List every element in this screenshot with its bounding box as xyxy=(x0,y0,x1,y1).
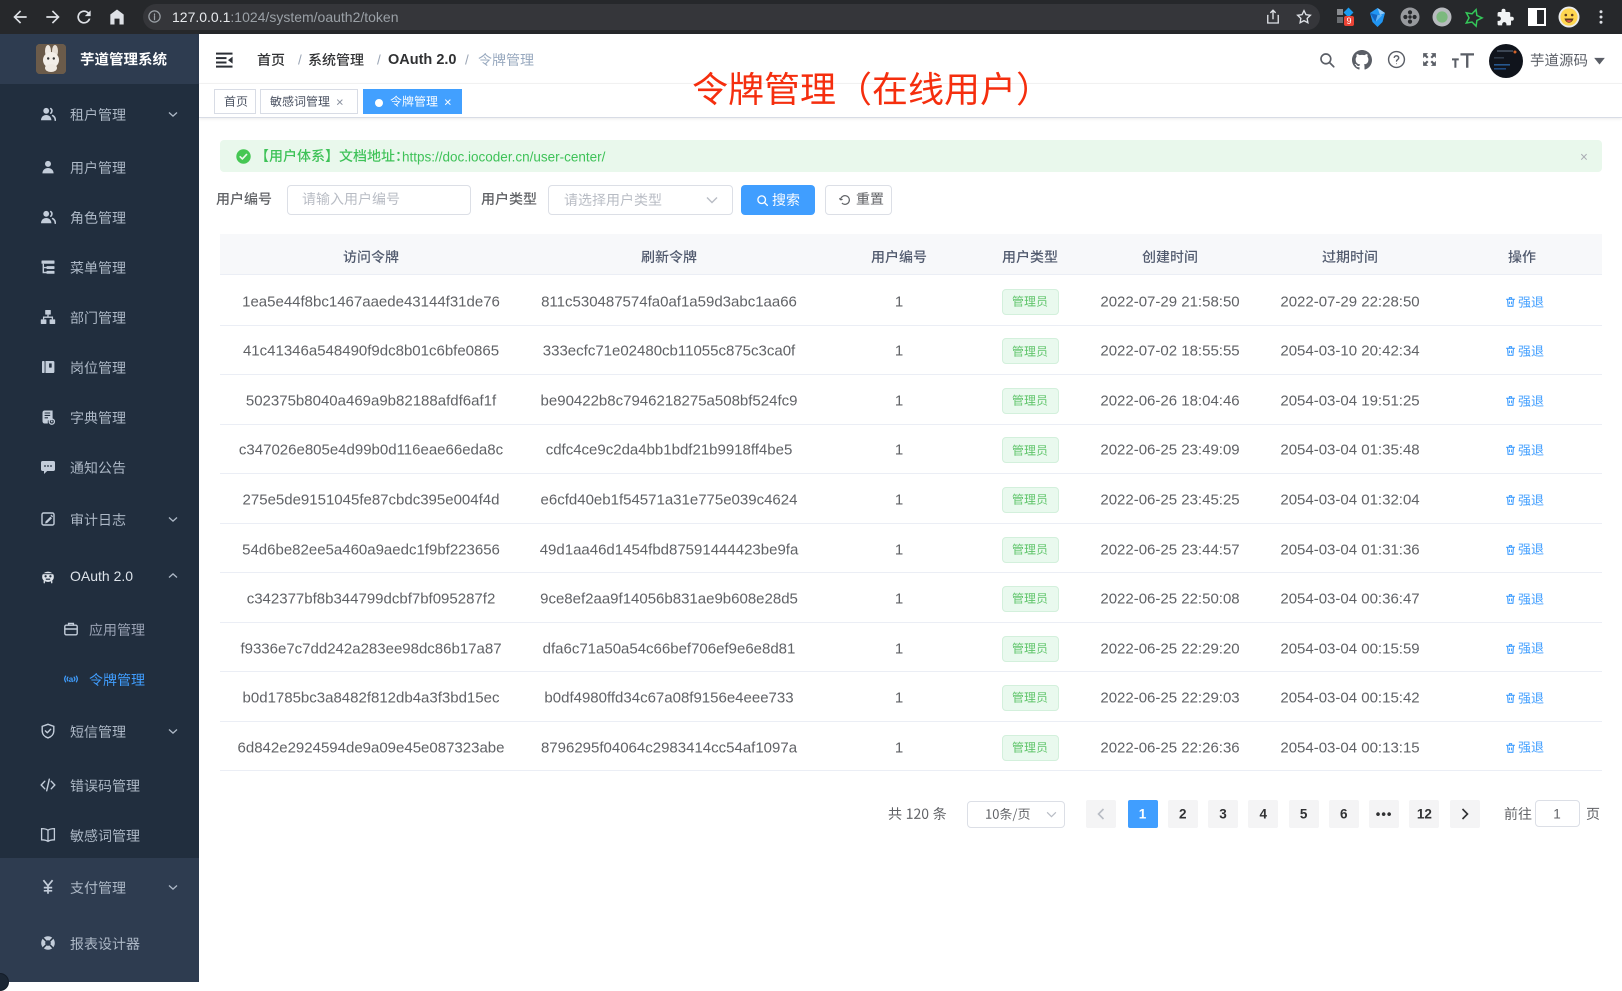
svg-text:9: 9 xyxy=(1346,16,1351,26)
svg-text:a: a xyxy=(69,675,74,684)
